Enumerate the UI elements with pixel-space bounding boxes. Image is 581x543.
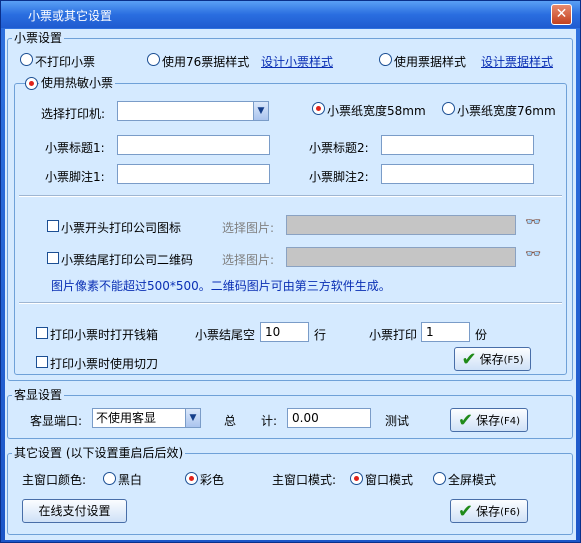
use-ticket-radio[interactable] [379,53,392,66]
bw-label[interactable]: 黑白 [118,471,142,488]
divider [19,302,562,304]
open-drawer-label[interactable]: 打印小票时打开钱箱 [50,326,158,343]
port-select[interactable]: 不使用客显 ▼ [92,408,201,428]
window-mode-label[interactable]: 窗口模式 [365,471,413,488]
header-logo-checkbox[interactable] [47,220,59,232]
thermal-group-label: 使用热敏小票 [39,76,116,90]
title2-label: 小票标题2: [309,141,369,155]
printer-select[interactable]: ▼ [117,101,269,121]
width58-radio[interactable] [312,102,325,115]
checkmark-icon: ✔ [457,500,474,522]
select-printer-label: 选择打印机: [41,107,106,121]
window-mode-radio[interactable] [350,472,363,485]
footer-qr-label[interactable]: 小票结尾打印公司二维码 [61,251,193,268]
design-receipt-link[interactable]: 设计小票样式 [261,53,333,70]
save-receipt-button[interactable]: ✔ 保存(F5) [454,347,531,371]
use76-label[interactable]: 使用76票据样式 [162,53,249,70]
divider [19,195,562,197]
online-pay-button[interactable]: 在线支付设置 [22,499,127,523]
print-count-input[interactable]: 1 [421,322,470,342]
window-title: 小票或其它设置 [28,9,113,23]
width76-label[interactable]: 小票纸宽度76mm [457,102,556,119]
other-group-label: 其它设置 (以下设置重启后后效) [12,446,186,460]
settings-window: 小票或其它设置 ✕ 小票设置 不打印小票 使用76票据样式 设计小票样式 使用票… [0,0,581,543]
save-other-button[interactable]: ✔ 保存(F6) [450,499,528,523]
fullscreen-radio[interactable] [433,472,446,485]
port-label: 客显端口: [30,414,83,428]
client-area: 小票设置 不打印小票 使用76票据样式 设计小票样式 使用票据样式 设计票据样式… [5,29,576,540]
binoculars-icon[interactable]: 👓 [525,247,541,262]
width76-radio[interactable] [442,102,455,115]
use76-radio[interactable] [147,53,160,66]
binoculars-icon[interactable]: 👓 [525,215,541,230]
print-count-label: 小票打印 [369,328,418,342]
no-print-label[interactable]: 不打印小票 [35,53,95,70]
image2-input[interactable] [286,247,516,267]
display-group: 客显设置 客显端口: 不使用客显 ▼ 总 计: 0.00 测试 ✔ 保存(F4) [7,388,573,439]
bw-radio[interactable] [103,472,116,485]
footer1-input[interactable] [117,164,270,184]
receipt-group-label: 小票设置 [12,31,65,45]
open-drawer-checkbox[interactable] [36,327,48,339]
other-group: 其它设置 (以下设置重启后后效) 主窗口颜色: 黑白 彩色 主窗口模式: 窗口模… [7,446,573,535]
footer2-input[interactable] [381,164,534,184]
color-option-label[interactable]: 彩色 [200,471,224,488]
fullscreen-label[interactable]: 全屏模式 [448,471,496,488]
port-value: 不使用客显 [96,411,157,425]
header-logo-label[interactable]: 小票开头打印公司图标 [61,219,181,236]
checkmark-icon: ✔ [461,348,477,370]
display-group-label: 客显设置 [12,388,65,402]
checkmark-icon: ✔ [457,409,474,431]
title1-input[interactable] [117,135,270,155]
thermal-radio[interactable] [25,77,38,90]
design-ticket-link[interactable]: 设计票据样式 [481,53,553,70]
total-label-2: 计: [261,414,278,428]
use-cutter-checkbox[interactable] [36,356,48,368]
select-image1-label: 选择图片: [222,221,275,235]
select-image2-label: 选择图片: [222,253,275,267]
no-print-radio[interactable] [20,53,33,66]
image-note: 图片像素不能超过500*500。二维码图片可由第三方软件生成。 [51,279,391,293]
footer-qr-checkbox[interactable] [47,252,59,264]
chevron-down-icon[interactable]: ▼ [185,409,200,427]
title2-input[interactable] [381,135,534,155]
chevron-down-icon[interactable]: ▼ [253,102,268,120]
tail-space-label: 小票结尾空 [195,328,256,342]
footer1-label: 小票脚注1: [45,170,105,184]
color-radio[interactable] [185,472,198,485]
total-label-1: 总 [224,414,237,428]
tail-space-unit: 行 [314,328,327,342]
title-bar: 小票或其它设置 ✕ [1,1,580,28]
footer2-label: 小票脚注2: [309,170,369,184]
image1-input[interactable] [286,215,516,235]
mode-label: 主窗口模式: [272,473,337,487]
print-count-unit: 份 [475,328,488,342]
title1-label: 小票标题1: [45,141,105,155]
use-cutter-label[interactable]: 打印小票时使用切刀 [50,355,158,372]
tail-space-input[interactable]: 10 [260,322,309,342]
use-ticket-label[interactable]: 使用票据样式 [394,53,466,70]
color-label: 主窗口颜色: [22,473,87,487]
test-button[interactable]: 测试 [385,412,409,429]
receipt-group: 小票设置 不打印小票 使用76票据样式 设计小票样式 使用票据样式 设计票据样式… [7,31,573,381]
close-icon[interactable]: ✕ [551,4,572,25]
save-display-button[interactable]: ✔ 保存(F4) [450,408,528,432]
total-input[interactable]: 0.00 [287,408,371,428]
width58-label[interactable]: 小票纸宽度58mm [327,102,426,119]
thermal-group: 使用热敏小票 选择打印机: ▼ 小票纸宽度58mm 小票纸宽度76mm 小票标题… [14,76,567,375]
